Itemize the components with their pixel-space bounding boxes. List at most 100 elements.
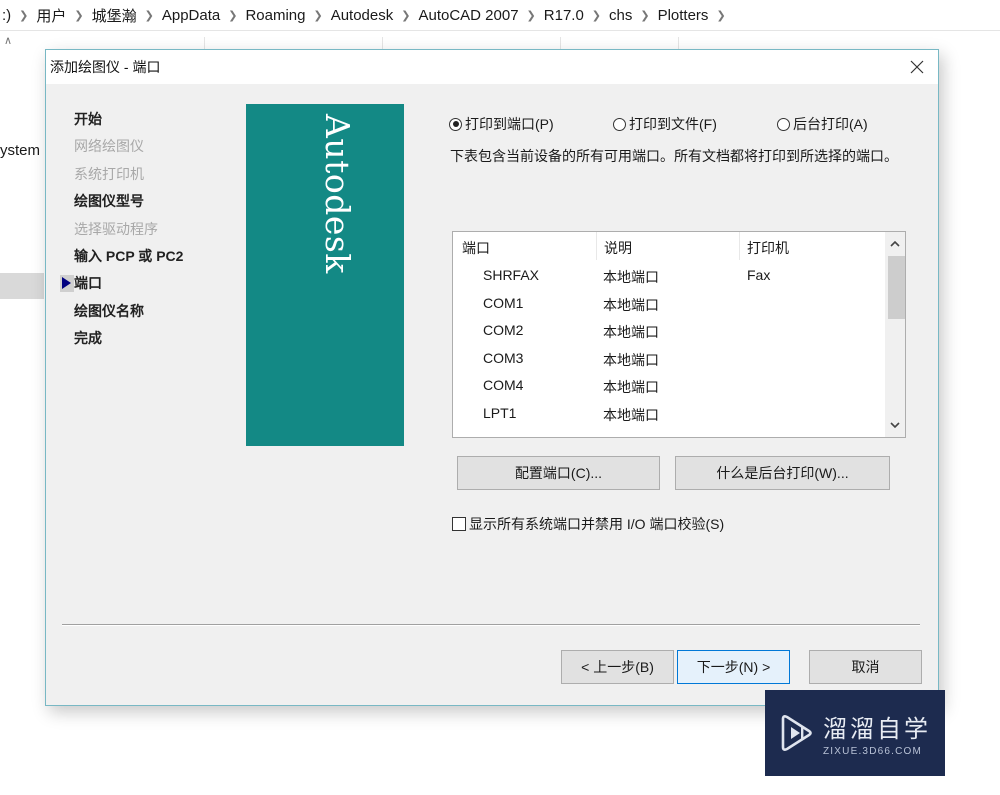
footer-divider bbox=[62, 624, 920, 626]
port-name: COM1 bbox=[483, 294, 524, 311]
port-description-cell: 本地端口 bbox=[603, 296, 659, 313]
breadcrumb-version[interactable]: R17.0 bbox=[542, 7, 586, 24]
sidebar-item-system[interactable]: ystem bbox=[0, 142, 40, 159]
port-row[interactable]: SHRFAX 本地端口 Fax bbox=[453, 263, 883, 291]
configure-port-button[interactable]: 配置端口(C)... bbox=[457, 456, 660, 490]
chevron-right-icon[interactable]: ❯ bbox=[68, 9, 89, 22]
autodesk-logo: Autodesk bbox=[318, 114, 357, 274]
chevron-right-icon[interactable]: ❯ bbox=[710, 9, 731, 22]
current-step-arrow-icon bbox=[62, 277, 71, 290]
port-description-cell: 本地端口 bbox=[603, 406, 659, 423]
chevron-right-icon[interactable]: ❯ bbox=[634, 9, 655, 22]
watermark-brand-name: 溜溜自学 bbox=[823, 715, 931, 743]
address-bar[interactable]: :) ❯ 用户 ❯ 城堡瀚 ❯ AppData ❯ Roaming ❯ Auto… bbox=[0, 0, 1000, 31]
close-icon bbox=[910, 60, 924, 74]
watermark-url: ZIXUE.3D66.COM bbox=[823, 746, 923, 757]
port-name: LPT1 bbox=[483, 404, 517, 421]
column-header-description[interactable]: 说明 bbox=[604, 238, 632, 258]
column-header-printer[interactable]: 打印机 bbox=[747, 238, 789, 258]
watermark-text: 溜溜自学 ZIXUE.3D66.COM bbox=[823, 709, 931, 757]
breadcrumb-plotters[interactable]: Plotters bbox=[656, 7, 711, 24]
chevron-right-icon[interactable]: ❯ bbox=[13, 9, 34, 22]
radio-print-to-port-label: 打印到端口(P) bbox=[465, 116, 554, 132]
step-import-pcp: 输入 PCP 或 PC2 bbox=[74, 247, 184, 264]
chevron-right-icon[interactable]: ❯ bbox=[521, 9, 542, 22]
play-logo-icon bbox=[781, 715, 812, 751]
output-mode-radio-group: 打印到端口(P) 打印到文件(F) 后台打印(A) bbox=[449, 114, 868, 134]
chevron-up-icon bbox=[890, 241, 900, 247]
step-system-printer: 系统打印机 bbox=[74, 165, 144, 182]
port-name: COM3 bbox=[483, 349, 524, 366]
chevron-right-icon[interactable]: ❯ bbox=[307, 9, 328, 22]
breadcrumb-chs[interactable]: chs bbox=[607, 7, 634, 24]
radio-spooling-label: 后台打印(A) bbox=[793, 116, 868, 132]
autodesk-brand-panel: Autodesk bbox=[246, 104, 404, 446]
step-plotter-model: 绘图仪型号 bbox=[74, 193, 144, 210]
dialog-titlebar[interactable]: 添加绘图仪 - 端口 bbox=[46, 50, 938, 84]
step-select-driver: 选择驱动程序 bbox=[74, 220, 158, 237]
what-is-spooling-button[interactable]: 什么是后台打印(W)... bbox=[675, 456, 890, 490]
port-list-scrollbar[interactable] bbox=[885, 232, 905, 437]
scroll-up-button[interactable] bbox=[885, 235, 905, 253]
back-button[interactable]: < 上一步(B) bbox=[561, 650, 674, 684]
chevron-down-icon bbox=[890, 422, 900, 428]
column-header-port[interactable]: 端口 bbox=[462, 238, 490, 258]
add-plotter-dialog: 添加绘图仪 - 端口 开始 网络绘图仪 系统打印机 绘图仪型号 选择驱动程序 输… bbox=[45, 49, 939, 706]
port-name: COM2 bbox=[483, 322, 524, 338]
breadcrumb-autodesk[interactable]: Autodesk bbox=[329, 7, 396, 24]
show-all-ports-checkbox[interactable]: 显示所有系统端口并禁用 I/O 端口校验(S) bbox=[452, 514, 724, 534]
dialog-title: 添加绘图仪 - 端口 bbox=[50, 59, 161, 75]
radio-print-to-port[interactable]: 打印到端口(P) bbox=[449, 114, 613, 134]
breadcrumb-autocad[interactable]: AutoCAD 2007 bbox=[416, 7, 520, 24]
port-description-cell: 本地端口 bbox=[603, 379, 659, 395]
port-list-header: 端口 说明 打印机 bbox=[453, 232, 883, 260]
breadcrumb-appdata[interactable]: AppData bbox=[160, 7, 222, 24]
step-start: 开始 bbox=[74, 111, 102, 127]
cancel-button[interactable]: 取消 bbox=[809, 650, 922, 684]
step-finish: 完成 bbox=[74, 330, 102, 347]
step-plotter-name: 绘图仪名称 bbox=[74, 302, 144, 319]
radio-unchecked-icon[interactable] bbox=[777, 117, 790, 131]
breadcrumb-users[interactable]: 用户 bbox=[34, 5, 68, 26]
radio-spooling[interactable]: 后台打印(A) bbox=[777, 114, 868, 134]
checkbox-unchecked-icon[interactable] bbox=[452, 517, 466, 531]
port-description-cell: 本地端口 bbox=[603, 351, 659, 368]
scrollbar-thumb[interactable] bbox=[888, 256, 905, 319]
port-row[interactable]: LPT1 本地端口 bbox=[453, 401, 883, 429]
chevron-right-icon[interactable]: ❯ bbox=[139, 9, 160, 22]
port-description-cell: 本地端口 bbox=[603, 324, 659, 340]
column-separator[interactable] bbox=[596, 232, 597, 260]
port-row[interactable]: COM2 本地端口 bbox=[453, 318, 883, 346]
next-button[interactable]: 下一步(N) > bbox=[677, 650, 790, 684]
wizard-steps: 开始 网络绘图仪 系统打印机 绘图仪型号 选择驱动程序 输入 PCP 或 PC2… bbox=[60, 106, 184, 353]
chevron-right-icon[interactable]: ❯ bbox=[222, 9, 243, 22]
port-name: SHRFAX bbox=[483, 267, 540, 283]
step-ports: 端口 bbox=[60, 270, 183, 297]
radio-checked-icon[interactable] bbox=[449, 117, 462, 131]
scroll-down-button[interactable] bbox=[885, 416, 905, 434]
port-row[interactable]: COM1 本地端口 bbox=[453, 291, 883, 319]
port-printer: Fax bbox=[747, 267, 771, 283]
step-network-plotter: 网络绘图仪 bbox=[74, 138, 144, 155]
zixue-watermark: 溜溜自学 ZIXUE.3D66.COM bbox=[765, 690, 945, 776]
step-ports-label: 端口 bbox=[74, 275, 102, 292]
chevron-right-icon[interactable]: ❯ bbox=[586, 9, 607, 22]
breadcrumb-user[interactable]: 城堡瀚 bbox=[90, 5, 139, 26]
column-separator[interactable] bbox=[739, 232, 740, 260]
radio-print-to-file[interactable]: 打印到文件(F) bbox=[613, 114, 777, 134]
port-description: 下表包含当前设备的所有可用端口。所有文档都将打印到所选择的端口。 bbox=[450, 148, 898, 164]
port-row[interactable]: COM3 本地端口 bbox=[453, 346, 883, 374]
close-button[interactable] bbox=[904, 54, 930, 80]
port-row[interactable]: COM4 本地端口 bbox=[453, 373, 883, 401]
chevron-right-icon[interactable]: ❯ bbox=[395, 9, 416, 22]
radio-print-to-file-label: 打印到文件(F) bbox=[629, 116, 717, 132]
selected-row-highlight bbox=[0, 273, 44, 299]
radio-unchecked-icon[interactable] bbox=[613, 117, 626, 131]
port-description-cell: 本地端口 bbox=[603, 269, 659, 285]
port-name: COM4 bbox=[483, 377, 524, 393]
show-all-ports-label: 显示所有系统端口并禁用 I/O 端口校验(S) bbox=[469, 516, 725, 532]
breadcrumb-roaming[interactable]: Roaming bbox=[243, 7, 307, 24]
breadcrumb-drive[interactable]: :) bbox=[0, 7, 13, 24]
port-list[interactable]: 端口 说明 打印机 SHRFAX 本地端口 Fax COM1 本地端口 COM2… bbox=[452, 231, 906, 438]
collapse-caret-icon[interactable]: ∧ bbox=[4, 34, 12, 47]
